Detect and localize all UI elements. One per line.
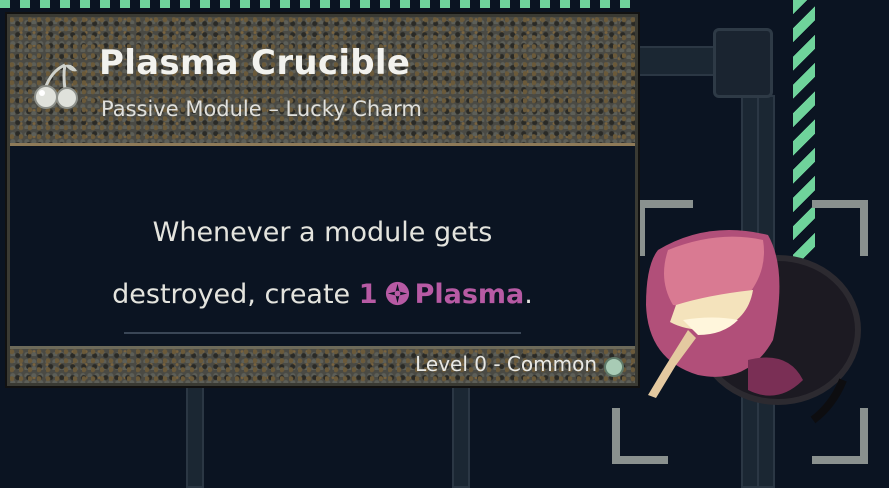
description-line-1: Whenever a module gets <box>152 217 493 248</box>
module-description: Whenever a module gets destroyed, create… <box>10 202 635 326</box>
tooltip-footer: Level 0 - Common <box>10 346 635 383</box>
description-suffix: . <box>524 279 533 310</box>
cherry-icon <box>34 63 78 109</box>
rarity-label: Level 0 - Common <box>415 352 597 376</box>
pipe-junction <box>713 28 773 98</box>
plasma-crucible-sprite[interactable] <box>628 210 868 450</box>
pipe <box>452 380 470 488</box>
description-line-2: destroyed, create <box>112 279 351 310</box>
tooltip-body: Whenever a module gets destroyed, create… <box>10 146 635 346</box>
tooltip-header: Plasma Crucible Passive Module – Lucky C… <box>10 17 635 146</box>
pipe <box>186 380 204 488</box>
rarity-indicator-icon <box>604 357 624 377</box>
module-tooltip: Plasma Crucible Passive Module – Lucky C… <box>7 14 638 386</box>
plasma-icon <box>385 281 409 306</box>
resource-name: Plasma <box>414 279 525 310</box>
resource-amount: 1 <box>358 279 378 310</box>
module-type: Passive Module – Lucky Charm <box>101 97 422 121</box>
hazard-stripe <box>0 0 640 8</box>
module-title: Plasma Crucible <box>99 43 411 83</box>
divider <box>124 332 521 334</box>
